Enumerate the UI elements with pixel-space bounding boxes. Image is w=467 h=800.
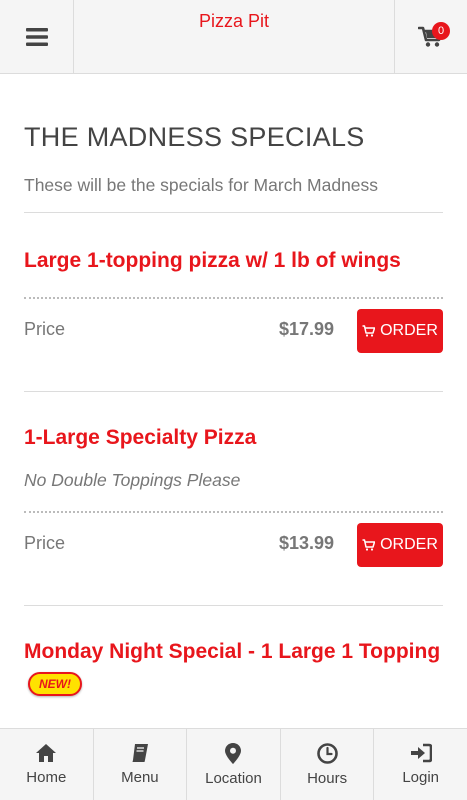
app-header: Pizza Pit 0 bbox=[0, 0, 467, 74]
menu-button[interactable] bbox=[0, 0, 74, 73]
menu-content[interactable]: THE MADNESS SPECIALS These will be the s… bbox=[0, 74, 467, 728]
nav-label: Login bbox=[402, 769, 440, 786]
nav-label: Home bbox=[26, 769, 67, 786]
app-title: Pizza Pit bbox=[198, 11, 270, 31]
item-name: Monday Night Special - 1 Large 1 Topping… bbox=[24, 636, 443, 700]
category-description: These will be the specials for March Mad… bbox=[24, 175, 443, 213]
cart-plus-icon bbox=[362, 539, 376, 551]
nav-location[interactable]: Location bbox=[187, 729, 281, 800]
new-badge: NEW! bbox=[28, 672, 82, 697]
menu-item: Large 1-topping pizza w/ 1 lb of wings P… bbox=[24, 245, 443, 392]
price-row: Price $17.99 ORDER bbox=[24, 299, 443, 391]
clock-icon bbox=[316, 743, 338, 764]
order-button[interactable]: ORDER bbox=[357, 309, 443, 353]
nav-label: Menu bbox=[121, 769, 159, 786]
order-label: ORDER bbox=[380, 322, 438, 339]
nav-home[interactable]: Home bbox=[0, 729, 94, 800]
nav-menu[interactable]: Menu bbox=[94, 729, 188, 800]
book-icon bbox=[132, 744, 148, 762]
map-marker-icon bbox=[225, 743, 242, 764]
cart-count-badge: 0 bbox=[432, 22, 450, 40]
price-value: $17.99 bbox=[278, 319, 334, 339]
item-name-text: Monday Night Special - 1 Large 1 Topping bbox=[24, 640, 441, 663]
menu-item: Monday Night Special - 1 Large 1 Topping… bbox=[24, 636, 443, 700]
home-icon bbox=[36, 744, 57, 762]
item-name: 1-Large Specialty Pizza bbox=[24, 426, 257, 449]
price-row: Price $13.99 ORDER bbox=[24, 513, 443, 605]
sign-in-icon bbox=[410, 743, 432, 763]
item-description: No Double Toppings Please bbox=[24, 470, 241, 490]
item-name: Large 1-topping pizza w/ 1 lb of wings bbox=[24, 249, 401, 272]
nav-label: Location bbox=[205, 770, 262, 787]
price-label: Price bbox=[24, 319, 66, 339]
bottom-nav: Home Menu Location Hours Login bbox=[0, 728, 467, 800]
price-label: Price bbox=[24, 533, 66, 553]
order-button[interactable]: ORDER bbox=[357, 523, 443, 567]
price-value: $13.99 bbox=[278, 533, 334, 553]
nav-hours[interactable]: Hours bbox=[281, 729, 375, 800]
nav-label: Hours bbox=[307, 770, 348, 787]
order-label: ORDER bbox=[380, 536, 438, 553]
menu-item: 1-Large Specialty Pizza No Double Toppin… bbox=[24, 422, 443, 606]
category-title: THE MADNESS SPECIALS bbox=[24, 122, 365, 152]
hamburger-icon bbox=[25, 27, 48, 46]
cart-button[interactable]: 0 bbox=[394, 0, 467, 73]
cart-plus-icon bbox=[362, 325, 376, 337]
nav-login[interactable]: Login bbox=[374, 729, 467, 800]
